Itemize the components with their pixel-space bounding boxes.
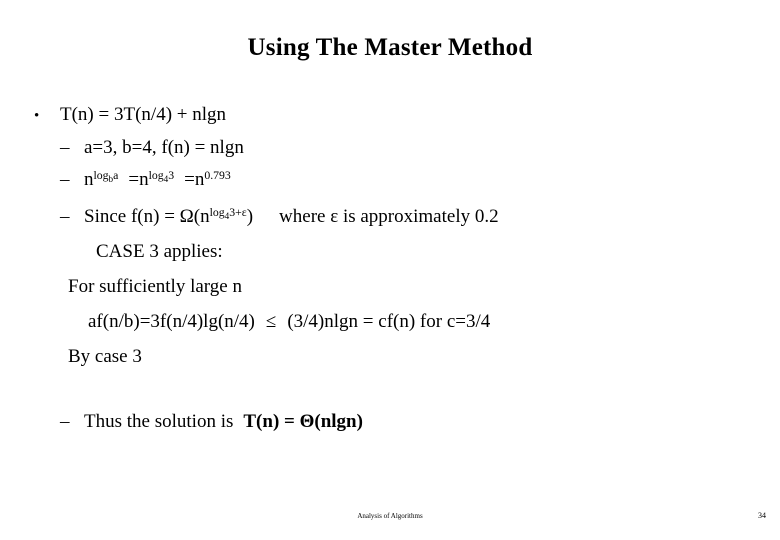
bullet-line-omega-condition: – Since f(n) = Ω(nlog43+ε) where ε is appr… xyxy=(60,205,499,227)
conclusion-solution: T(n) = Θ(nlgn) xyxy=(243,411,363,432)
page-title: Using The Master Method xyxy=(247,34,533,61)
bullet-line-recurrence: • T(n) = 3T(n/4) + nlgn xyxy=(34,105,226,124)
bullet-line-parameters: – a=3, b=4, f(n) = nlgn xyxy=(60,138,244,157)
log-exponent2: log43 xyxy=(148,168,175,183)
case-applies-text: CASE 3 applies: xyxy=(96,241,223,262)
bullet-marker-level2: – xyxy=(60,206,70,227)
log-label1: log xyxy=(93,168,109,182)
log-arg2: 3 xyxy=(168,168,175,182)
sufficiently-large-text: For sufficiently large n xyxy=(68,276,242,297)
page-number: 34 xyxy=(758,511,766,520)
bullet-line-log-identity: – nlogba =nlog43 =n0.793 xyxy=(60,168,231,190)
equals-2: = xyxy=(184,169,195,190)
log-label2: log xyxy=(148,168,164,182)
regularity-condition-line: af(n/b)=3f(n/4)lg(n/4) ≤ (3/4)nlgn = cf(n)… xyxy=(88,312,490,331)
bullet-marker-level2: – xyxy=(60,169,70,190)
log-base2: n xyxy=(139,169,149,190)
omega-log-label: log xyxy=(209,205,225,219)
equals-1: = xyxy=(128,169,140,190)
parameters-text: a=3, b=4, f(n) = nlgn xyxy=(84,137,244,158)
epsilon-note: where ε is approximately 0.2 xyxy=(279,206,499,227)
bullet-line-conclusion: – Thus the solution is T(n) = Θ(nlgn) xyxy=(60,412,363,431)
footer-title: Analysis of Algorithms xyxy=(357,512,423,520)
omega-log-arg: 3+ε xyxy=(229,205,247,219)
log-exponent1: logba xyxy=(93,168,119,183)
omega-suffix: ) xyxy=(246,206,254,227)
log-arg1: a xyxy=(113,168,119,182)
recurrence-text: T(n) = 3T(n/4) + nlgn xyxy=(60,104,227,125)
bullet-marker-level1: • xyxy=(34,108,40,124)
log-exponent3: 0.793 xyxy=(204,168,231,182)
log-base3: n xyxy=(194,169,205,190)
conclusion-text: Thus the solution is xyxy=(84,411,234,432)
slide-canvas: Using The Master Method • T(n) = 3T(n/4) … xyxy=(0,0,780,540)
regularity-left: af(n/b)=3f(n/4)lg(n/4) xyxy=(88,311,255,332)
log-base1: n xyxy=(84,169,94,190)
by-case-text: By case 3 xyxy=(68,346,142,367)
omega-prefix: Since f(n) = Ω(n xyxy=(84,206,210,227)
omega-exponent: log43+ε xyxy=(209,205,247,220)
regularity-right: (3/4)nlgn = cf(n) for c=3/4 xyxy=(287,311,491,332)
bullet-marker-level2: – xyxy=(60,411,70,432)
less-than-or-equal-symbol: ≤ xyxy=(265,311,277,332)
bullet-marker-level2: – xyxy=(60,137,70,158)
